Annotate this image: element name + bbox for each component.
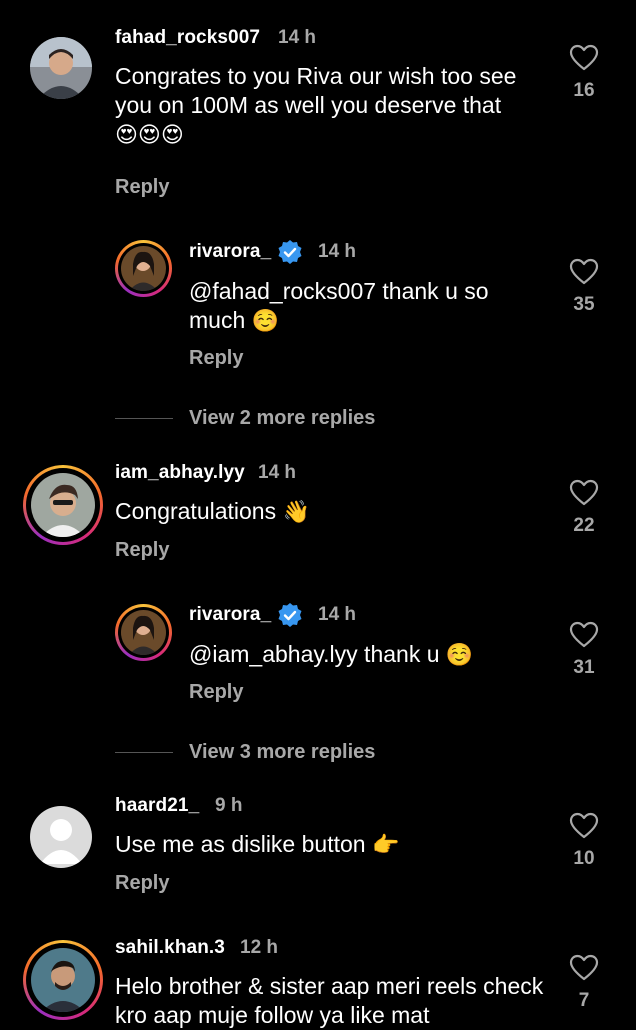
comment-username[interactable]: fahad_rocks007 (115, 27, 260, 49)
like-count: 31 (573, 657, 595, 678)
comment-username[interactable]: sahil.khan.3 (115, 937, 225, 959)
comment-emoji: 😍😍😍 (115, 122, 184, 147)
comment-timestamp: 14 h (318, 604, 357, 625)
like-button[interactable]: 22 (564, 479, 604, 537)
comment-body: Congrates to you Riva our wish too see y… (115, 63, 517, 118)
comment-username[interactable]: rivarora_ (189, 604, 271, 626)
comment-text: @iam_abhay.lyy thank u ☺️ (189, 640, 529, 669)
heart-outline-icon (569, 954, 599, 981)
verified-badge-icon (278, 240, 302, 264)
comment-text: @fahad_rocks007 thank u so much ☺️ (189, 277, 529, 335)
heart-outline-icon (569, 621, 599, 648)
comment-timestamp: 9 h (215, 795, 243, 816)
heart-outline-icon (569, 479, 599, 506)
comment-text: Congratulations 👋 (115, 497, 555, 526)
like-count: 22 (573, 515, 595, 536)
comment-text: Use me as dislike button 👉 (115, 830, 555, 859)
like-count: 7 (578, 990, 590, 1011)
avatar[interactable] (30, 37, 92, 99)
avatar (121, 246, 166, 291)
like-button[interactable]: 10 (564, 812, 604, 870)
heart-outline-icon (569, 258, 599, 285)
avatar (31, 473, 95, 537)
comment-text: Helo brother & sister aap meri reels che… (115, 972, 555, 1030)
comment-emoji: ☺️ (251, 308, 280, 333)
comment-username[interactable]: haard21_ (115, 795, 199, 817)
comment-timestamp: 12 h (240, 937, 279, 958)
comment-body: Helo brother & sister aap meri reels che… (115, 973, 544, 1028)
like-button[interactable]: 16 (564, 44, 604, 102)
comment-timestamp: 14 h (258, 462, 297, 483)
comment-username[interactable]: iam_abhay.lyy (115, 462, 245, 484)
heart-outline-icon (569, 44, 599, 71)
comment-emoji: 👋 (282, 499, 310, 524)
view-replies-divider (115, 752, 173, 753)
avatar (31, 948, 95, 1012)
avatar[interactable] (30, 806, 92, 868)
avatar-story-ring[interactable] (23, 465, 103, 545)
reply-button[interactable]: Reply (115, 872, 169, 895)
comment-body: Use me as dislike button (115, 831, 366, 857)
like-count: 10 (573, 848, 595, 869)
default-avatar-icon (30, 806, 92, 868)
comment-emoji: 👉 (371, 832, 400, 857)
view-more-replies-button[interactable]: View 2 more replies (189, 407, 375, 430)
like-button[interactable]: 7 (564, 954, 604, 1012)
comment-emoji: ☺️ (445, 642, 474, 667)
view-replies-divider (115, 418, 173, 419)
verified-badge-icon (278, 603, 302, 627)
reply-button[interactable]: Reply (189, 681, 243, 704)
comment-body: @fahad_rocks007 thank u so much (189, 278, 489, 333)
like-count: 35 (573, 294, 595, 315)
comment-body: @iam_abhay.lyy thank u (189, 641, 440, 667)
like-button[interactable]: 35 (564, 258, 604, 316)
heart-outline-icon (569, 812, 599, 839)
like-button[interactable]: 31 (564, 621, 604, 679)
avatar (121, 610, 166, 655)
comment-text: Congrates to you Riva our wish too see y… (115, 62, 555, 149)
reply-button[interactable]: Reply (115, 176, 169, 199)
avatar-story-ring[interactable] (115, 240, 172, 297)
avatar-story-ring[interactable] (23, 940, 103, 1020)
like-count: 16 (573, 80, 595, 101)
comment-body: Congratulations (115, 498, 277, 524)
comment-timestamp: 14 h (318, 241, 357, 262)
avatar-story-ring[interactable] (115, 604, 172, 661)
reply-button[interactable]: Reply (115, 539, 169, 562)
comment-username[interactable]: rivarora_ (189, 241, 271, 263)
comment-timestamp: 14 h (278, 27, 317, 48)
reply-button[interactable]: Reply (189, 347, 243, 370)
view-more-replies-button[interactable]: View 3 more replies (189, 741, 375, 764)
